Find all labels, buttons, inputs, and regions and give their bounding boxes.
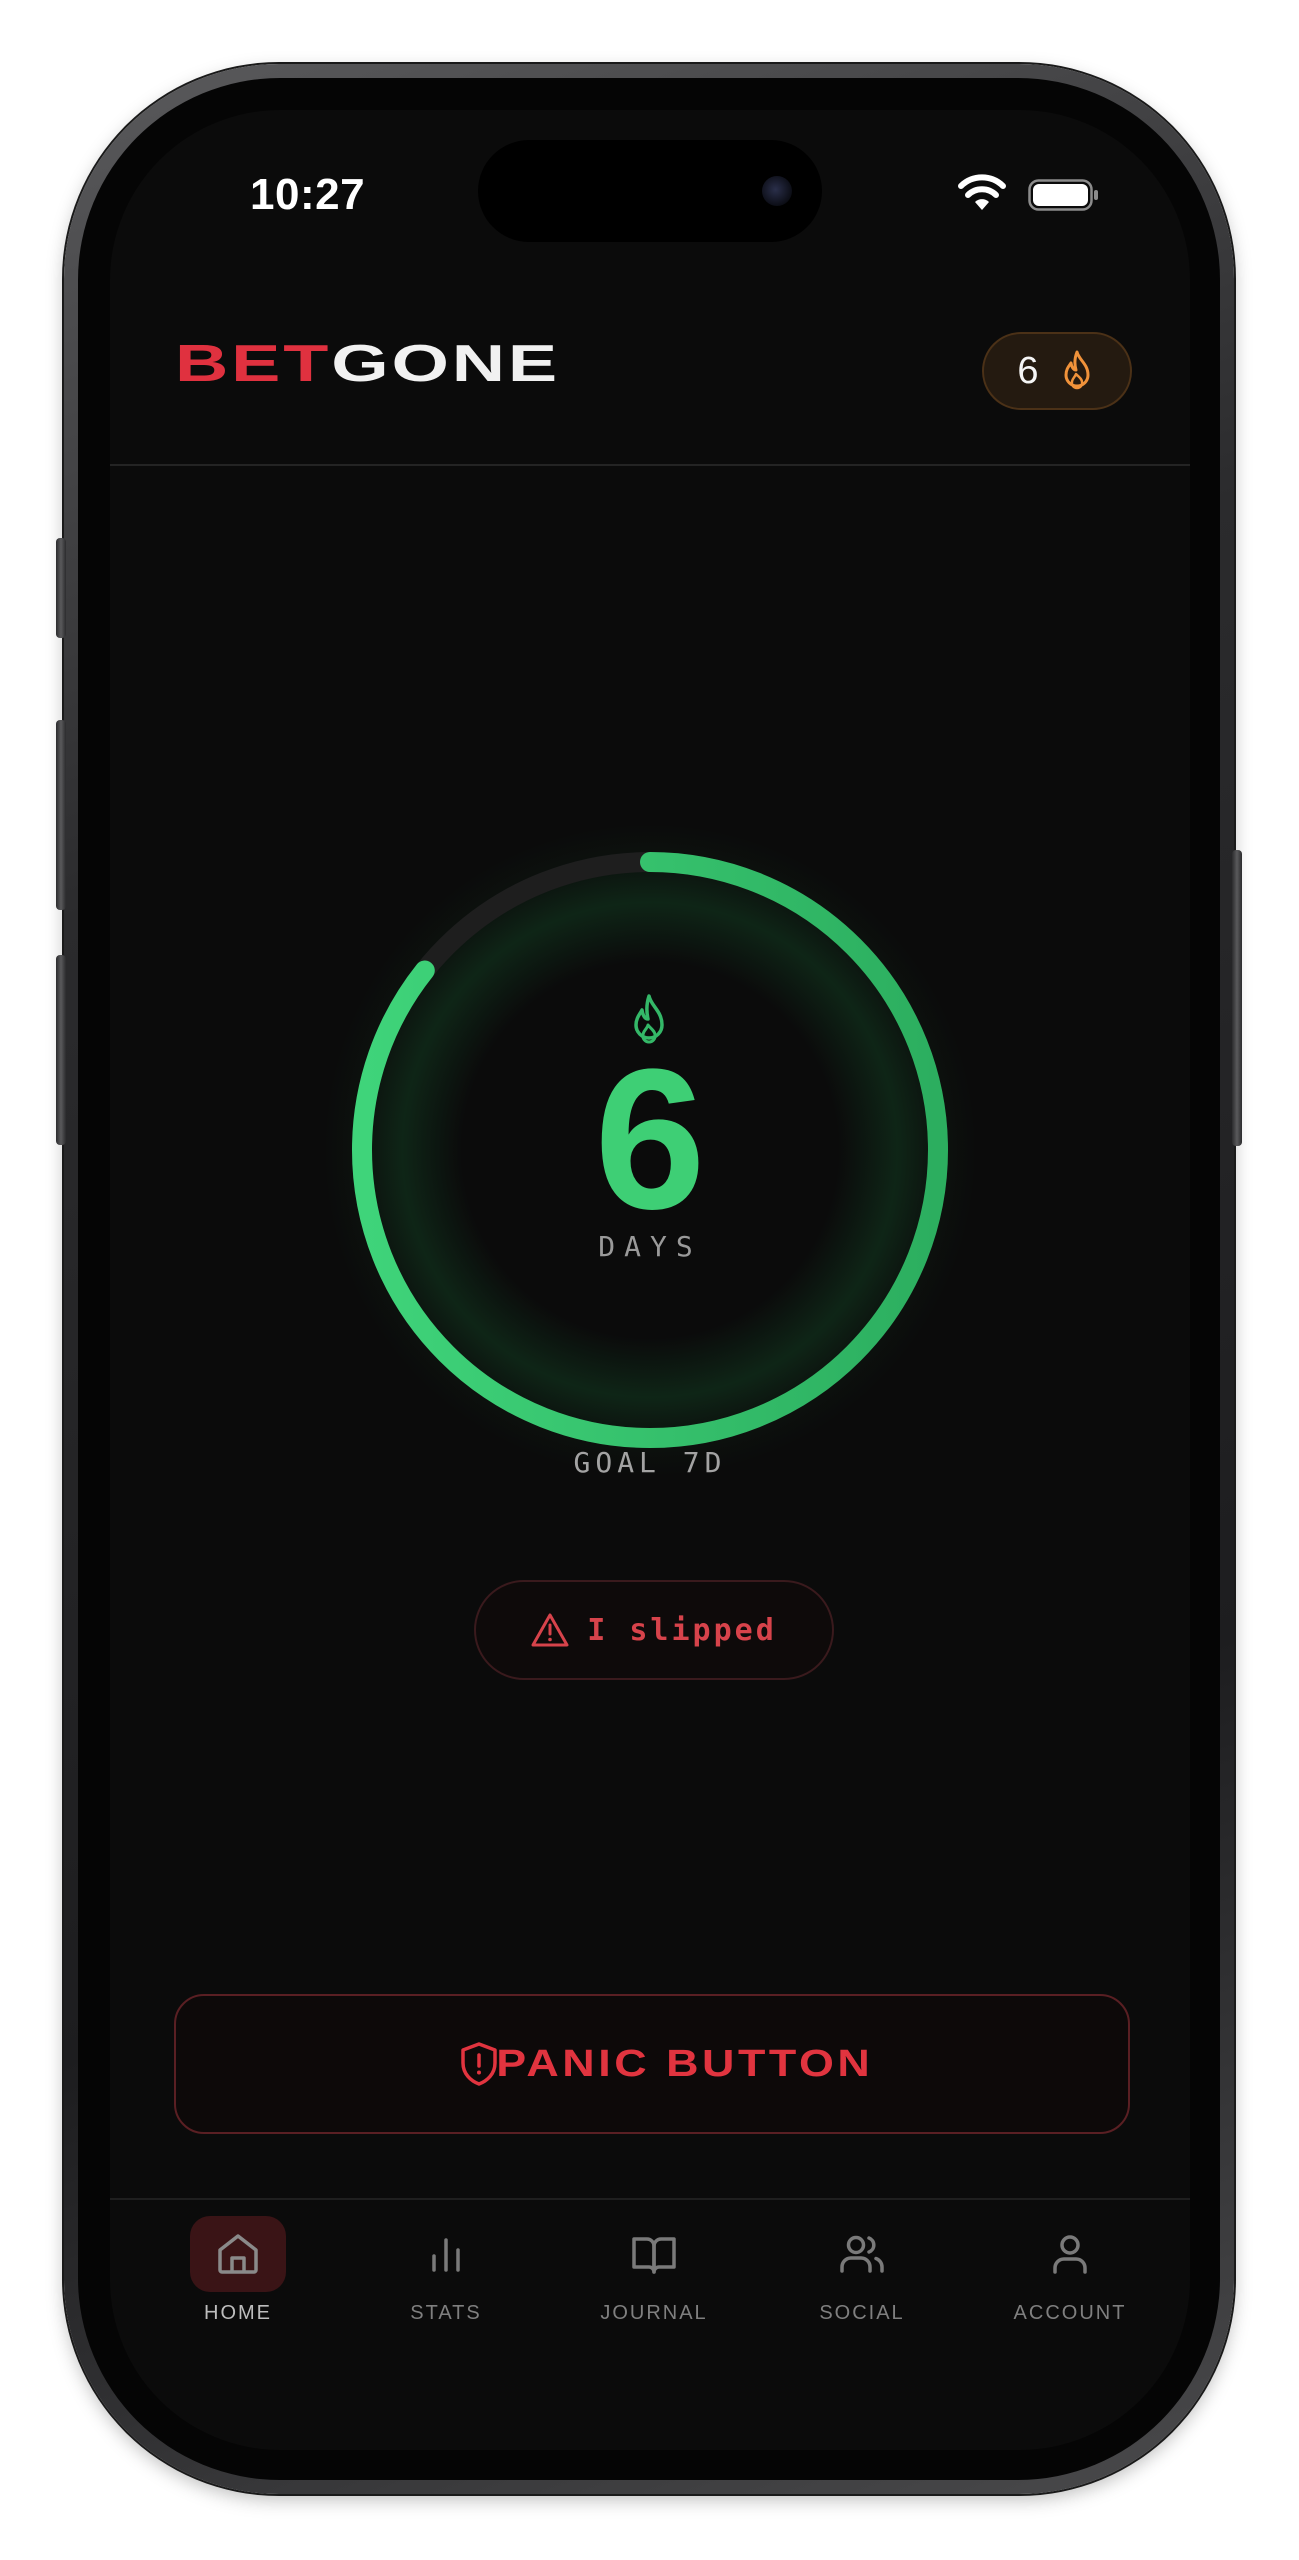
wifi-icon [958, 174, 1006, 210]
panic-button-label: PANIC BUTTON [496, 2042, 874, 2085]
bar-chart-icon [432, 2238, 460, 2272]
camera-lens [762, 176, 792, 206]
side-button-volume-up [56, 720, 66, 910]
bottom-tab-bar: HOME STATS JOURNAL SOCIAL ACCOUNT [110, 2200, 1190, 2450]
streak-days-unit: DAYS [598, 1230, 702, 1263]
tab-social-highlight [814, 2216, 910, 2292]
i-slipped-button[interactable]: I slipped [474, 1580, 834, 1680]
tab-stats-highlight [398, 2216, 494, 2292]
logo-bet: BET [175, 335, 332, 393]
tab-account-label: ACCOUNT [1013, 2302, 1127, 2324]
tab-social[interactable]: SOCIAL [758, 2200, 966, 2360]
flame-icon [1064, 350, 1090, 390]
panic-button[interactable]: PANIC BUTTON [174, 1994, 1130, 2134]
tab-account[interactable]: ACCOUNT [966, 2200, 1174, 2360]
book-open-icon [632, 2237, 676, 2274]
tab-journal[interactable]: JOURNAL [550, 2200, 758, 2360]
tab-home-label: HOME [204, 2302, 272, 2324]
app-logo: BETGONE [175, 338, 560, 390]
tab-journal-label: JOURNAL [600, 2302, 708, 2324]
tab-stats[interactable]: STATS [342, 2200, 550, 2360]
streak-badge[interactable]: 6 [982, 332, 1132, 410]
side-button-action [56, 538, 66, 638]
header-divider [110, 464, 1190, 466]
user-icon [1053, 2235, 1087, 2274]
battery-icon [1028, 179, 1098, 211]
dynamic-island [478, 140, 822, 242]
side-button-power [1232, 850, 1242, 1146]
streak-badge-count: 6 [1017, 349, 1039, 392]
tab-social-label: SOCIAL [819, 2302, 905, 2324]
logo-gone: GONE [331, 335, 561, 393]
status-time: 10:27 [250, 170, 366, 219]
streak-goal-label: GOAL 7D [573, 1446, 727, 1479]
users-icon [840, 2235, 884, 2273]
tab-journal-highlight [606, 2216, 702, 2292]
streak-days-value: 6 [594, 1028, 706, 1251]
tab-home[interactable]: HOME [134, 2200, 342, 2360]
tab-stats-label: STATS [410, 2302, 482, 2324]
shield-alert-icon [461, 2042, 497, 2086]
warning-triangle-icon [531, 1613, 569, 1647]
tab-home-highlight [190, 2216, 286, 2292]
tab-account-highlight [1022, 2216, 1118, 2292]
side-button-volume-down [56, 955, 66, 1145]
i-slipped-label: I slipped [587, 1612, 777, 1648]
home-icon [218, 2234, 258, 2274]
app-screen: 10:27 BETGONE 6 6 DAYS GOAL 7D I slipped… [110, 110, 1190, 2450]
